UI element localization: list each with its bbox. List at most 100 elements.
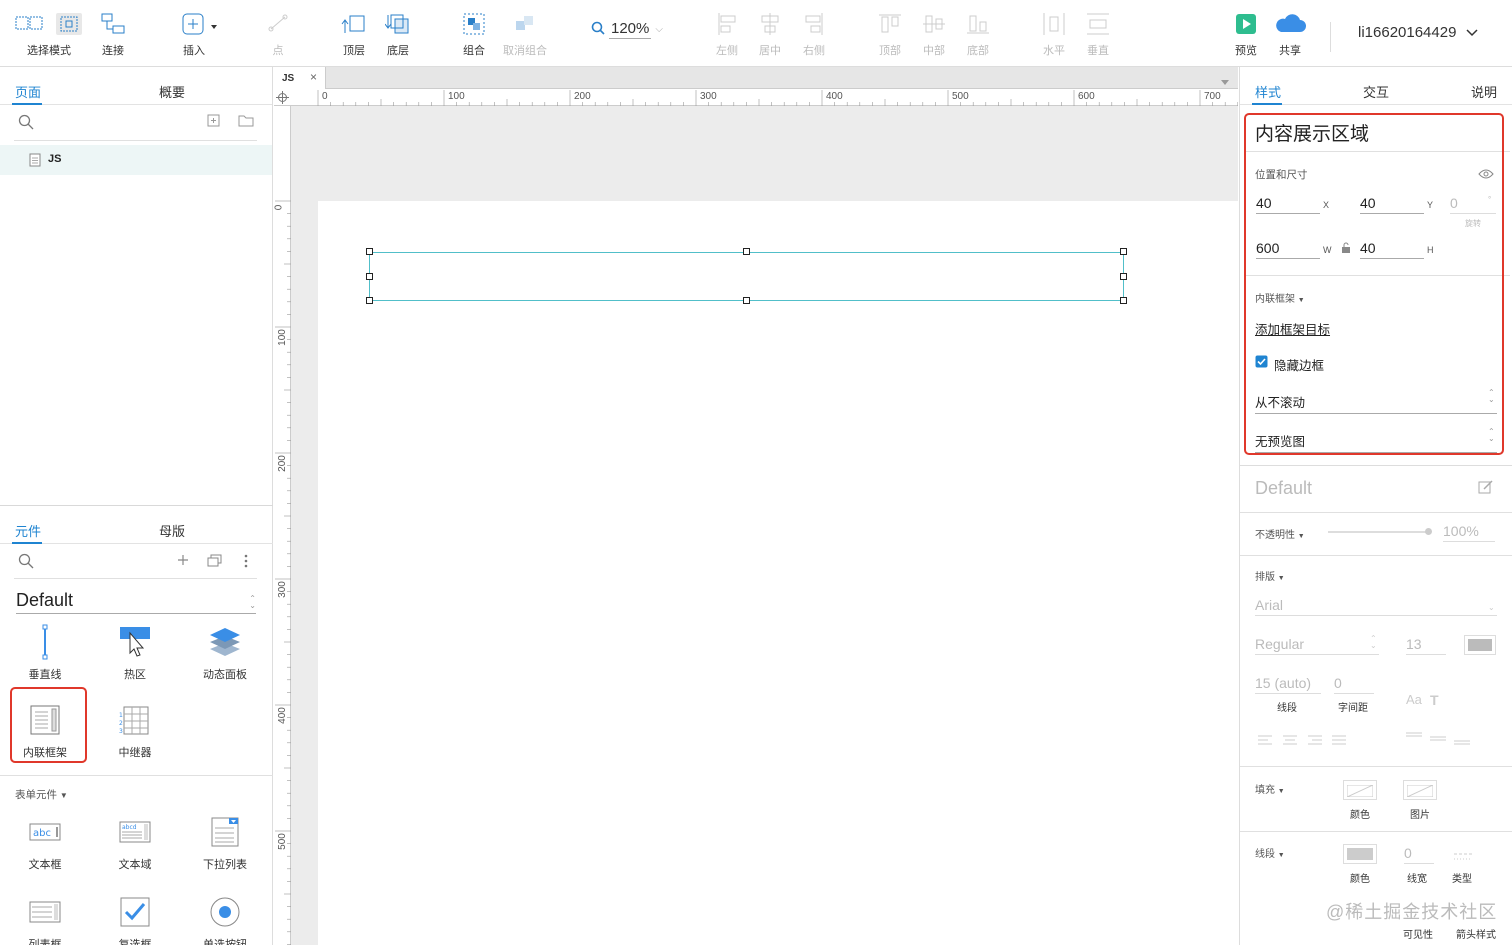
opacity-header[interactable]: 不透明性 ▼ xyxy=(1255,526,1305,541)
valign-middle-icon[interactable] xyxy=(1430,735,1446,753)
font-size-input[interactable]: 13 xyxy=(1406,636,1446,655)
resize-handle-s[interactable] xyxy=(743,297,750,304)
valign-bottom-icon[interactable] xyxy=(1454,739,1470,757)
tab-pages[interactable]: 页面 xyxy=(15,82,41,101)
resize-handle-sw[interactable] xyxy=(366,297,373,304)
resize-handle-ne[interactable] xyxy=(1120,248,1127,255)
opacity-slider-thumb[interactable] xyxy=(1425,528,1432,535)
tab-notes[interactable]: 说明 xyxy=(1471,82,1497,101)
widget-dynamic-panel[interactable]: 动态面板 xyxy=(190,622,260,682)
align-right-button[interactable]: 右侧 xyxy=(798,8,830,58)
opacity-input[interactable]: 100% xyxy=(1443,523,1495,542)
text-case-icon[interactable]: Aa xyxy=(1406,692,1422,707)
resize-handle-n[interactable] xyxy=(743,248,750,255)
group-button[interactable]: 组合 xyxy=(458,8,490,58)
add-page-icon[interactable] xyxy=(207,114,221,133)
distribute-vertical-button[interactable]: 垂直 xyxy=(1082,8,1114,58)
resize-handle-w[interactable] xyxy=(366,273,373,280)
opacity-slider[interactable] xyxy=(1328,531,1430,533)
edit-style-icon[interactable] xyxy=(1478,479,1494,500)
widgets-search-icon[interactable] xyxy=(18,553,34,574)
align-right-text-icon[interactable] xyxy=(1308,733,1322,751)
close-icon[interactable]: × xyxy=(310,70,317,84)
form-section-header[interactable]: 表单元件 ▼ xyxy=(15,787,68,802)
valign-top-icon[interactable] xyxy=(1406,731,1422,749)
widget-checkbox[interactable]: 复选框 xyxy=(100,892,170,945)
page-item-js[interactable]: JS xyxy=(0,145,272,175)
font-color-swatch[interactable] xyxy=(1464,635,1496,655)
align-left-button[interactable]: 左侧 xyxy=(711,8,743,58)
select-mode-button[interactable]: 选择模式 xyxy=(14,8,84,58)
stroke-width-input[interactable]: 0 xyxy=(1404,845,1434,864)
tab-interactions[interactable]: 交互 xyxy=(1363,82,1389,101)
align-middle-button[interactable]: 中部 xyxy=(918,8,950,58)
widget-label: 中继器 xyxy=(118,747,152,759)
library-manage-icon[interactable] xyxy=(207,554,223,573)
tab-masters[interactable]: 母版 xyxy=(159,521,185,540)
bring-front-label: 顶层 xyxy=(343,45,365,57)
preview-button[interactable]: 预览 xyxy=(1230,8,1262,58)
align-center-text-icon[interactable] xyxy=(1283,733,1297,751)
typography-header[interactable]: 排版 ▼ xyxy=(1255,568,1285,583)
align-center-button[interactable]: 居中 xyxy=(754,8,786,58)
tab-widgets[interactable]: 元件 xyxy=(15,521,41,540)
font-family-select[interactable]: Arial xyxy=(1255,597,1497,616)
fill-color-swatch[interactable] xyxy=(1343,780,1377,800)
inline-frame-widget[interactable] xyxy=(369,252,1124,301)
insert-button[interactable]: 插入 xyxy=(178,8,218,58)
resize-handle-nw[interactable] xyxy=(366,248,373,255)
library-select[interactable]: Default ⌃ ⌄ xyxy=(16,590,256,614)
widget-listbox[interactable]: 列表框 xyxy=(10,892,80,945)
fill-header[interactable]: 填充 ▼ xyxy=(1255,781,1285,796)
bring-front-button[interactable]: 顶层 xyxy=(338,8,370,58)
canvas-area[interactable]: JS × 0 100 200 300 400 500 600 700 0 100… xyxy=(273,67,1238,945)
tab-style[interactable]: 样式 xyxy=(1255,82,1281,101)
stroke-header[interactable]: 线段 ▼ xyxy=(1255,845,1285,860)
widget-textbox[interactable]: abc 文本框 xyxy=(10,812,80,872)
ungroup-button[interactable]: 取消组合 xyxy=(500,8,550,58)
ruler-h-label: 0 xyxy=(322,91,328,102)
connect-icon xyxy=(96,8,130,40)
fill-image-swatch[interactable] xyxy=(1403,780,1437,800)
align-left-text-icon[interactable] xyxy=(1258,733,1272,751)
tab-outline[interactable]: 概要 xyxy=(159,82,185,101)
zoom-search-icon xyxy=(591,21,605,39)
send-back-button[interactable]: 底层 xyxy=(382,8,414,58)
resize-handle-se[interactable] xyxy=(1120,297,1127,304)
widget-label: 文本域 xyxy=(118,859,152,871)
distribute-horizontal-button[interactable]: 水平 xyxy=(1038,8,1070,58)
style-name[interactable]: Default xyxy=(1255,478,1312,499)
design-page[interactable] xyxy=(318,201,1238,945)
align-left-label: 左侧 xyxy=(716,45,738,57)
caret-down-icon: ▼ xyxy=(1277,852,1285,859)
text-style-icon[interactable]: T xyxy=(1430,692,1439,708)
font-style-select[interactable]: Regular xyxy=(1255,636,1379,655)
send-back-icon xyxy=(382,8,414,40)
add-folder-icon[interactable] xyxy=(238,114,254,133)
letter-spacing-input[interactable]: 0 xyxy=(1334,675,1374,694)
fill-divider xyxy=(1240,766,1512,767)
widget-textarea[interactable]: abcd 文本域 xyxy=(100,812,170,872)
widget-radio[interactable]: 单选按钮 xyxy=(190,892,260,945)
add-library-icon[interactable] xyxy=(176,553,190,572)
share-button[interactable]: 共享 xyxy=(1272,8,1308,58)
connect-button[interactable]: 连接 xyxy=(96,8,130,58)
user-menu[interactable]: li16620164429 xyxy=(1358,24,1478,41)
point-button[interactable]: 点 xyxy=(262,8,294,58)
widget-dropdown[interactable]: 下拉列表 xyxy=(190,812,260,872)
widget-hotspot[interactable]: 热区 xyxy=(100,622,170,682)
line-height-input[interactable]: 15 (auto) xyxy=(1255,675,1321,694)
widget-vertical-line[interactable]: 垂直线 xyxy=(10,622,80,682)
stroke-type-icon[interactable] xyxy=(1454,849,1472,867)
resize-handle-e[interactable] xyxy=(1120,273,1127,280)
pages-search-icon[interactable] xyxy=(18,114,34,135)
align-top-button[interactable]: 顶部 xyxy=(874,8,906,58)
stroke-color-swatch[interactable] xyxy=(1343,844,1377,864)
ruler-h-label: 400 xyxy=(826,91,843,102)
widget-repeater[interactable]: 123 中继器 xyxy=(100,700,170,760)
align-bottom-button[interactable]: 底部 xyxy=(962,8,994,58)
doc-tab-js[interactable]: JS × xyxy=(274,67,326,89)
justify-text-icon[interactable] xyxy=(1332,733,1346,751)
more-options-icon[interactable] xyxy=(243,554,249,573)
zoom-control[interactable]: 120% ⌵ xyxy=(591,20,663,39)
